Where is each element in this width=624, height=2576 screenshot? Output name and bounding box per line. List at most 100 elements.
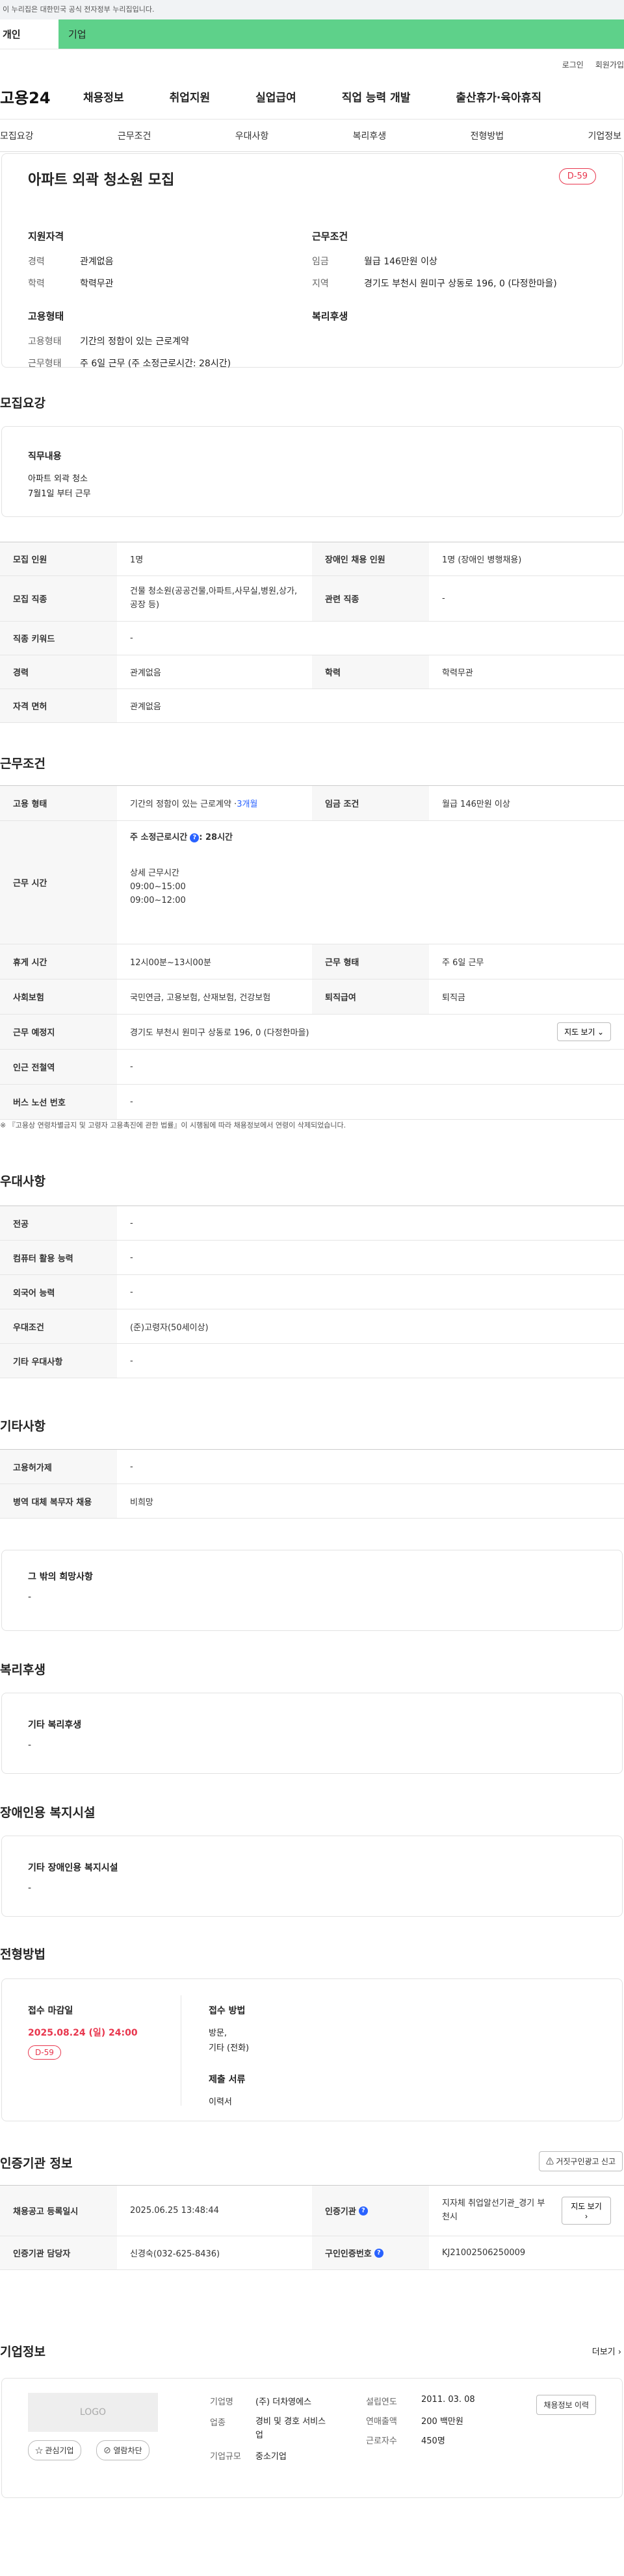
anchor-recruit[interactable]: 모집요강 <box>0 129 34 142</box>
army-value: 비희망 <box>130 1497 153 1508</box>
major-label: 전공 <box>0 1206 117 1240</box>
docs-value: 이력서 <box>209 2097 232 2107</box>
dis-heading: 기타 장애인용 복지시설 <box>28 1863 118 1873</box>
army-label: 병역 대체 복무자 채용 <box>0 1484 117 1518</box>
tab-personal[interactable]: 개인 <box>0 19 58 49</box>
place-label: 근무 예정지 <box>0 1015 117 1049</box>
table-row: 경력 관계없음 학력 학력무관 <box>0 655 624 689</box>
login-link[interactable]: 로그인 <box>562 59 584 70</box>
rel-value: - <box>442 594 445 603</box>
anchor-tabs: 모집요강 근무조건 우대사항 복리후생 전형방법 기업정보 <box>0 120 624 152</box>
anchor-welfare[interactable]: 복리후생 <box>353 129 387 142</box>
license-value: 관계없음 <box>130 702 161 712</box>
site-logo[interactable]: 고용24 <box>0 85 83 108</box>
etc-title: 기타사항 <box>0 1419 46 1433</box>
cond-label: 우대조건 <box>0 1309 117 1343</box>
chevron-down-icon: ⌄ <box>597 1028 604 1037</box>
emptype-label: 고용형태 <box>28 336 62 347</box>
table-row: 직종 키워드 - <box>0 622 624 655</box>
map-button-label: 지도 보기 <box>564 1028 595 1037</box>
tab-company[interactable]: 기업 <box>58 19 624 49</box>
hours-detail-1: 09:00~15:00 <box>130 882 186 892</box>
method-block: 접수 방법 방문, 기타 (전화) 제출 서류 이력서 <box>209 2004 249 2107</box>
table-row: 채용공고 등록일시 2025.06.25 13:48:44 인증기관? 지자체 … <box>0 2186 624 2236</box>
dis-title: 장애인용 복지시설 <box>0 1806 96 1820</box>
gov-banner: 이 누리집은 대한민국 공식 전자정부 누리집입니다. <box>0 0 624 19</box>
anchor-work[interactable]: 근무조건 <box>118 129 151 142</box>
reg-value: 2025.06.25 13:48:44 <box>130 2206 219 2216</box>
jobs-history-button[interactable]: 채용정보 이력 <box>536 2395 596 2415</box>
hours-main: 주 소정근로시간?: 28시간 <box>130 830 233 842</box>
block-label: 열람차단 <box>113 2446 142 2455</box>
qual-heading: 지원자격 <box>28 231 64 242</box>
gnb-item-leave[interactable]: 출산휴가·육아휴직 <box>456 88 541 105</box>
help-icon[interactable]: ? <box>374 2248 384 2258</box>
org-value: 지자체 취업알선기관_경기 부천시 지도 보기 › <box>429 2186 624 2236</box>
wage-cond-value: 월급 146만원 이상 <box>442 800 510 809</box>
lang-label: 외국어 능력 <box>0 1275 117 1309</box>
gnb-item-unemployment[interactable]: 실업급여 <box>255 88 296 105</box>
company-box: LOGO ☆ 관심기업 ⊘ 열람차단 기업명 (주) 더차영에스 업종 경비 및 경… <box>1 2378 623 2498</box>
block-button[interactable]: ⊘ 열람차단 <box>96 2440 150 2460</box>
foreign-label: 고용허가제 <box>0 1450 117 1484</box>
report-button[interactable]: ⚠ 거짓구인광고 신고 <box>538 2151 623 2171</box>
chevron-right-icon: › <box>618 2347 621 2357</box>
anchor-company[interactable]: 기업정보 <box>588 129 621 142</box>
hours-label: 근무 시간 <box>0 821 117 944</box>
hours-main-value: : 28시간 <box>199 833 233 842</box>
place-value: 경기도 부천시 원미구 상동로 196, 0 (다정한마을) 지도 보기 ⌄ <box>117 1015 624 1049</box>
org-map-label: 지도 보기 <box>571 2202 602 2211</box>
cert-label: 구인인증번호? <box>312 2236 429 2269</box>
join-link[interactable]: 회원가입 <box>595 59 624 70</box>
help-icon[interactable]: ? <box>190 833 200 842</box>
table-row: 인증기관 담당자 신경숙(032-625-8436) 구인인증번호? KJ210… <box>0 2236 624 2270</box>
emp-type-text: 기간의 정함이 있는 근로계약 · <box>130 800 237 809</box>
company-more-label: 더보기 <box>592 2347 616 2357</box>
count-label: 모집 인원 <box>0 542 117 575</box>
dday-badge: D-59 <box>558 168 596 184</box>
wish-box: 그 밖의 희망사항 - <box>1 1550 623 1631</box>
table-row: 모집 직종 건물 청소원(공공건물,아파트,사무실,병원,상가,공장 등) 관련… <box>0 576 624 622</box>
map-button[interactable]: 지도 보기 ⌄ <box>557 1022 611 1041</box>
gnb-item-training[interactable]: 직업 능력 개발 <box>342 88 411 105</box>
gnb-item-jobs[interactable]: 채용정보 <box>83 88 124 105</box>
anchor-pref[interactable]: 우대사항 <box>235 129 269 142</box>
user-type-tabs: 개인 기업 <box>0 19 624 49</box>
favorite-button[interactable]: ☆ 관심기업 <box>28 2440 81 2460</box>
gnb-item-employment-support[interactable]: 취업지원 <box>170 88 211 105</box>
region-value: 경기도 부천시 원미구 상동로 196, 0 (다정한마을) <box>364 279 557 289</box>
emp-type-label: 고용 형태 <box>0 786 117 820</box>
select-title: 전형방법 <box>0 1947 46 1962</box>
org-map-button[interactable]: 지도 보기 › <box>562 2197 611 2225</box>
welfare-value: - <box>28 1740 32 1750</box>
welfare-box: 기타 복리후생 - <box>1 1693 623 1774</box>
company-logo: LOGO <box>28 2393 158 2432</box>
deadline-dday: D-59 <box>28 2045 61 2060</box>
cond-heading: 근무조건 <box>312 231 348 242</box>
sales-label: 연매출액 <box>366 2417 397 2427</box>
company-more-link[interactable]: 더보기 › <box>592 2345 621 2357</box>
found-value: 2011. 03. 08 <box>421 2395 475 2405</box>
career-label: 경력 <box>28 257 45 267</box>
sales-value: 200 백만원 <box>421 2417 463 2427</box>
subway-label: 인근 전철역 <box>0 1050 117 1084</box>
work-table: 고용 형태 기간의 정함이 있는 근로계약 · 3개월 임금 조건 월급 146… <box>0 785 624 1120</box>
disabled-label: 장애인 채용 인원 <box>312 542 429 575</box>
table-row: 휴게 시간 12시00분~13시00분 근무 형태 주 6일 근무 <box>0 944 624 979</box>
bus-value: - <box>130 1097 133 1107</box>
size-label: 기업규모 <box>210 2452 241 2462</box>
chevron-right-icon: › <box>585 2212 588 2221</box>
bus-label: 버스 노선 번호 <box>0 1085 117 1119</box>
career-row-value: 관계없음 <box>130 668 161 678</box>
main-content: 모집요강 직무내용 아파트 외곽 청소 7월1일 부터 근무 모집 인원 1명 … <box>0 368 624 2576</box>
table-row: 외국어 능력 - <box>0 1275 624 1309</box>
deadline-block: 접수 마감일 2025.08.24 (일) 24:00 D-59 <box>28 2004 138 2060</box>
anchor-selection[interactable]: 전형방법 <box>471 129 504 142</box>
rest-value: 12시00분~13시00분 <box>130 958 211 968</box>
method-line-2: 기타 (전화) <box>209 2043 250 2053</box>
help-icon[interactable]: ? <box>358 2206 368 2216</box>
block-icon: ⊘ <box>103 2446 112 2455</box>
pref-table: 전공 - 컴퓨터 활용 능력 - 외국어 능력 - 우대조건 (준)고령자(50세이상)… <box>0 1206 624 1378</box>
edu-row-label: 학력 <box>312 655 429 688</box>
reg-label: 채용공고 등록일시 <box>0 2186 117 2236</box>
